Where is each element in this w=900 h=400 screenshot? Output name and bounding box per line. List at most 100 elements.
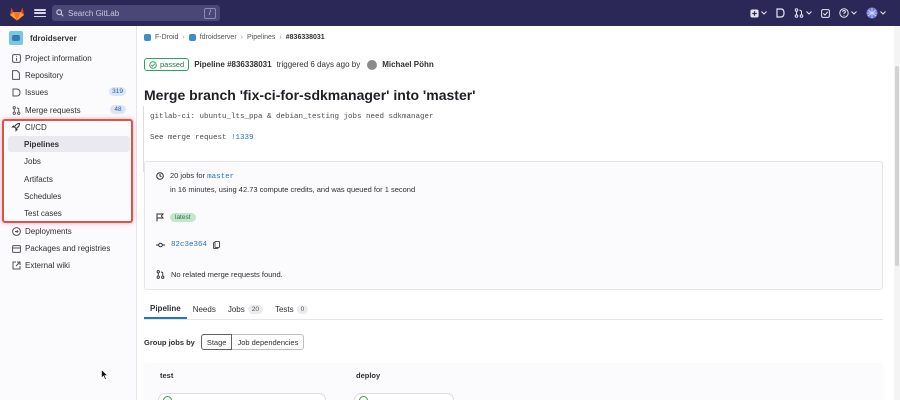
project-avatar-small — [188, 34, 196, 41]
commit-sha-link[interactable]: 82c3e364 — [171, 241, 207, 249]
group-jobs-label: Group jobs by — [144, 337, 195, 347]
group-by-dependencies-button[interactable]: Job dependencies — [232, 334, 305, 350]
page-scrollbar[interactable] — [894, 26, 900, 400]
sidebar-item-deployments[interactable]: Deployments — [0, 223, 136, 239]
create-new-icon[interactable] — [750, 8, 767, 18]
merge-requests-count-badge: 48 — [110, 105, 126, 114]
merge-requests-nav-icon[interactable] — [794, 8, 812, 18]
gitlab-logo-icon[interactable] — [9, 5, 25, 21]
sidebar-item-label: Merge requests — [25, 105, 81, 115]
rocket-icon — [11, 122, 21, 132]
project-sidebar: fdroidserver Project information Reposit… — [0, 26, 137, 400]
breadcrumb-separator: › — [240, 34, 243, 41]
package-icon — [11, 243, 21, 253]
user-name[interactable]: Michael Pöhn — [382, 60, 434, 69]
sidebar-item-cicd[interactable]: CI/CD — [0, 119, 136, 135]
mouse-cursor-icon — [101, 369, 108, 380]
todo-nav-icon[interactable] — [821, 8, 830, 18]
breadcrumb-pipelines[interactable]: Pipelines — [247, 34, 275, 41]
group-by-stage-button[interactable]: Stage — [200, 334, 233, 350]
no-merge-requests-text: No related merge requests found. — [171, 270, 283, 279]
user-avatar[interactable] — [367, 59, 378, 70]
sidebar-subitem-jobs[interactable]: Jobs — [8, 153, 130, 169]
branch-link[interactable]: master — [207, 173, 234, 181]
sidebar-subitem-artifacts[interactable]: Artifacts — [8, 171, 130, 187]
sidebar-item-merge-requests[interactable]: Merge requests 48 — [0, 102, 136, 118]
mr-prefix: See merge request — [150, 134, 232, 142]
jobs-count-text: 20 jobs for — [170, 171, 208, 180]
pipeline-title: Merge branch 'fix-ci-for-sdkmanager' int… — [144, 87, 476, 103]
check-circle-icon — [149, 60, 157, 69]
sidebar-item-project-information[interactable]: Project information — [0, 50, 136, 66]
sidebar-subitem-schedules[interactable]: Schedules — [8, 188, 130, 204]
sidebar-item-label: Packages and registries — [25, 243, 111, 253]
breadcrumb-separator: › — [182, 34, 185, 41]
sidebar-item-packages-registries[interactable]: Packages and registries — [0, 240, 136, 256]
deployments-icon — [11, 226, 21, 236]
issues-nav-icon[interactable] — [776, 8, 785, 18]
clock-icon — [156, 172, 164, 180]
main-content: F-Droid › fdroidserver › Pipelines › #83… — [137, 26, 900, 400]
menu-icon[interactable] — [34, 7, 46, 19]
sidebar-item-label: Repository — [25, 70, 64, 80]
merge-request-link[interactable]: !1339 — [231, 134, 254, 142]
sidebar-item-label: Deployments — [25, 226, 72, 236]
job-card[interactable] — [354, 393, 454, 400]
search-icon — [56, 9, 64, 17]
sidebar-item-issues[interactable]: Issues 319 — [0, 84, 136, 100]
jobs-count-badge: 20 — [247, 304, 263, 314]
project-header[interactable]: fdroidserver — [0, 26, 136, 50]
breadcrumb-group[interactable]: F-Droid — [155, 34, 178, 41]
sidebar-item-label: Issues — [25, 87, 49, 97]
scrollbar-thumb[interactable] — [895, 66, 899, 266]
sidebar-item-external-wiki[interactable]: External wiki — [0, 257, 136, 273]
breadcrumb-project[interactable]: fdroidserver — [200, 34, 237, 41]
copy-icon[interactable] — [213, 241, 221, 249]
search-shortcut-key: / — [204, 7, 216, 19]
sidebar-item-repository[interactable]: Repository — [0, 67, 136, 83]
stage-deploy-name: deploy — [356, 371, 381, 380]
tab-label: Tests — [274, 304, 294, 314]
status-badge[interactable]: passed — [144, 58, 190, 71]
issues-count-badge: 319 — [109, 87, 126, 96]
tab-pipeline[interactable]: Pipeline — [144, 299, 187, 319]
tab-needs[interactable]: Needs — [187, 299, 222, 319]
merge-request-icon — [156, 270, 165, 279]
tab-label: Jobs — [227, 304, 245, 314]
tab-label: Pipeline — [150, 303, 181, 313]
breadcrumb: F-Droid › fdroidserver › Pipelines › #83… — [144, 34, 325, 41]
breadcrumb-pipeline-id[interactable]: #836338031 — [286, 34, 325, 41]
user-avatar-menu[interactable] — [866, 7, 886, 19]
search-box[interactable]: / — [52, 5, 220, 21]
breadcrumb-separator: › — [279, 34, 282, 41]
project-name: fdroidserver — [30, 33, 77, 43]
sidebar-subitem-pipelines[interactable]: Pipelines — [8, 136, 130, 152]
job-card[interactable] — [158, 393, 326, 400]
info-icon — [11, 53, 21, 63]
sidebar-item-label: External wiki — [25, 260, 70, 270]
group-avatar — [144, 34, 151, 41]
file-icon — [11, 70, 21, 80]
sidebar-subitem-test-cases[interactable]: Test cases — [8, 205, 130, 221]
pipeline-info-box: 20 jobs for master in 16 minutes, using … — [144, 161, 883, 290]
status-text: passed — [160, 60, 185, 69]
merge-requests-row: No related merge requests found. — [156, 270, 283, 279]
stage-test-name: test — [160, 371, 174, 380]
merge-request-reference: See merge request !1339 — [150, 134, 254, 142]
pipeline-graph: test deploy — [144, 363, 883, 400]
commit-icon — [156, 242, 165, 248]
tab-jobs[interactable]: Jobs 20 — [222, 299, 269, 319]
pipeline-tabs: Pipeline Needs Jobs 20 Tests 0 — [144, 300, 883, 320]
latest-badge: latest — [170, 213, 196, 222]
commit-message: gitlab-ci: ubuntu_lts_ppa & debian_testi… — [150, 113, 434, 121]
commit-row: 82c3e364 — [156, 241, 221, 249]
tab-tests[interactable]: Tests 0 — [269, 299, 314, 319]
sidebar-item-label: Project information — [25, 53, 92, 63]
search-input[interactable] — [68, 8, 204, 18]
job-status-icon — [359, 396, 368, 400]
help-icon[interactable] — [839, 8, 857, 18]
job-status-icon — [163, 396, 172, 400]
jobs-summary: 20 jobs for master — [156, 171, 234, 181]
issues-icon — [11, 87, 21, 97]
pipeline-label: Pipeline #836338031 — [194, 60, 272, 69]
